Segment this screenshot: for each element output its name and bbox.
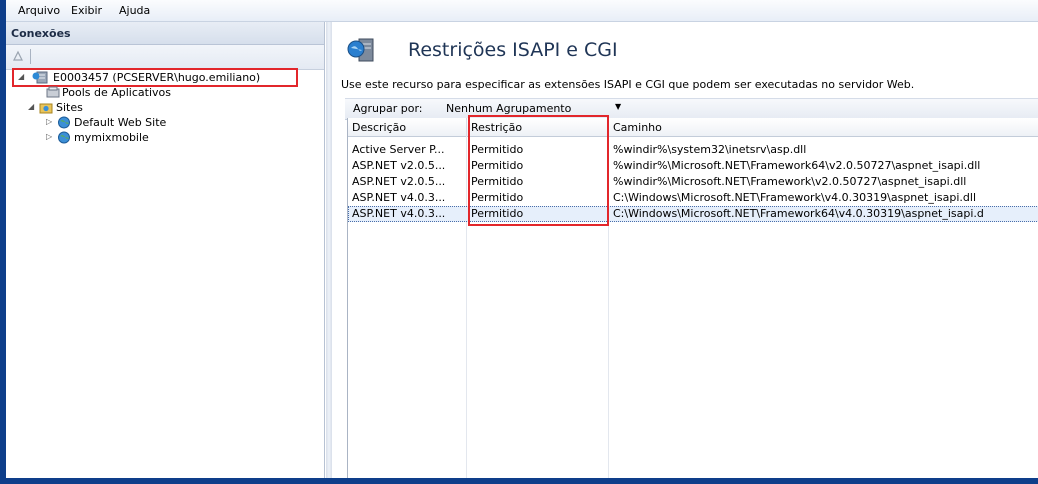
tree-item-mymixmobile[interactable]: ▷ mymixmobile bbox=[46, 130, 296, 146]
globe-icon bbox=[57, 131, 71, 144]
table-cell-path[interactable]: %windir%\system32\inetsrv\asp.dll bbox=[609, 142, 1038, 158]
table-cell-path[interactable]: %windir%\Microsoft.NET\Framework64\v2.0.… bbox=[609, 158, 1038, 174]
tree-item-default-web-site[interactable]: ▷ Default Web Site bbox=[46, 115, 296, 131]
tree-label-default-web-site: Default Web Site bbox=[74, 116, 167, 129]
column-header-descricao[interactable]: Descrição bbox=[348, 118, 467, 137]
group-by-bar: Agrupar por: Nenhum Agrupamento ▼ bbox=[345, 98, 1038, 120]
table-cell-description[interactable]: Active Server P... bbox=[348, 142, 466, 158]
expand-arrow-icon[interactable]: ▷ bbox=[46, 117, 52, 126]
restrictions-table: Descrição Restrição Caminho Active Serve… bbox=[347, 115, 1038, 478]
app-pools-icon bbox=[46, 86, 60, 99]
connections-header: Conexões bbox=[6, 22, 324, 45]
column-header-caminho[interactable]: Caminho bbox=[609, 118, 1038, 137]
connect-icon[interactable] bbox=[12, 50, 24, 62]
table-cell-description[interactable]: ASP.NET v4.0.3... bbox=[348, 190, 466, 206]
window-frame-bottom bbox=[0, 478, 1038, 484]
table-cell-description[interactable]: ASP.NET v2.0.5... bbox=[348, 174, 466, 190]
menu-bar: Arquivo Exibir Ajuda bbox=[6, 0, 1038, 22]
connections-toolbar bbox=[6, 45, 324, 70]
group-by-label: Agrupar por: bbox=[353, 102, 423, 115]
tree-item-app-pools[interactable]: Pools de Aplicativos bbox=[36, 85, 286, 101]
tree-label-app-pools: Pools de Aplicativos bbox=[62, 86, 171, 99]
page-title: Restrições ISAPI e CGI bbox=[408, 39, 618, 61]
pane-splitter[interactable] bbox=[326, 22, 332, 478]
table-cell-path[interactable]: C:\Windows\Microsoft.NET\Framework64\v4.… bbox=[609, 206, 1038, 222]
table-cell-path[interactable]: %windir%\Microsoft.NET\Framework\v2.0.50… bbox=[609, 174, 1038, 190]
globe-icon bbox=[57, 116, 71, 129]
tree-item-sites[interactable]: ◢ Sites bbox=[28, 100, 278, 116]
restriction-highlight-box bbox=[468, 115, 609, 226]
group-by-select[interactable]: Nenhum Agrupamento bbox=[446, 102, 571, 115]
menu-ajuda[interactable]: Ajuda bbox=[119, 4, 150, 17]
chevron-down-icon[interactable]: ▼ bbox=[615, 102, 621, 111]
collapse-arrow-icon[interactable]: ◢ bbox=[28, 102, 34, 111]
sites-folder-icon bbox=[39, 101, 53, 114]
table-cell-description[interactable]: ASP.NET v2.0.5... bbox=[348, 158, 466, 174]
expand-arrow-icon[interactable]: ▷ bbox=[46, 132, 52, 141]
tree-label-sites: Sites bbox=[56, 101, 83, 114]
connections-title: Conexões bbox=[11, 27, 71, 40]
table-cell-description[interactable]: ASP.NET v4.0.3... bbox=[348, 206, 466, 222]
toolbar-separator bbox=[30, 49, 31, 64]
page-description: Use este recurso para especificar as ext… bbox=[341, 78, 915, 91]
feature-pane: Restrições ISAPI e CGI Use este recurso … bbox=[333, 22, 1038, 478]
table-cell-path[interactable]: C:\Windows\Microsoft.NET\Framework\v4.0.… bbox=[609, 190, 1038, 206]
tree-label-mymixmobile: mymixmobile bbox=[74, 131, 149, 144]
isapi-cgi-icon bbox=[347, 36, 377, 67]
connections-pane: Conexões ◢ E0003457 (PCSERVER\hugo.emili… bbox=[6, 22, 325, 478]
menu-arquivo[interactable]: Arquivo bbox=[18, 4, 60, 17]
menu-exibir[interactable]: Exibir bbox=[71, 4, 102, 17]
